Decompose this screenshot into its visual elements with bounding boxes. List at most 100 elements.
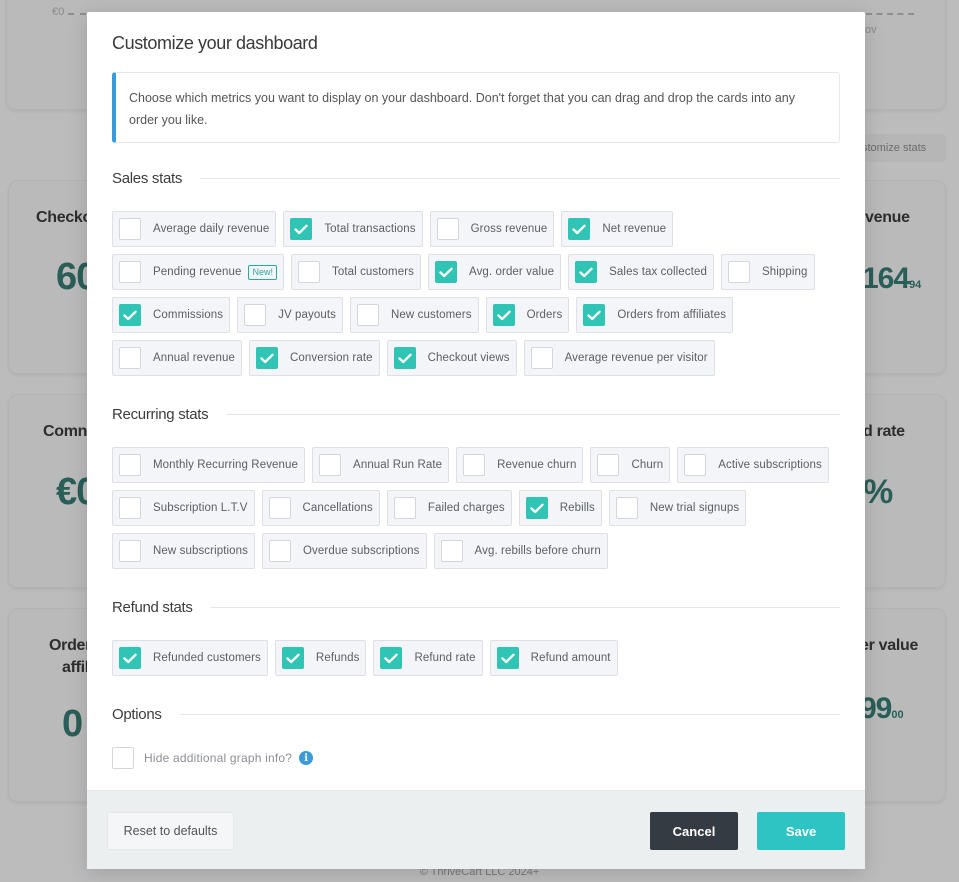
- metric-option-churn[interactable]: Churn: [590, 447, 671, 483]
- metric-option-refund-amount[interactable]: Refund amount: [489, 640, 618, 676]
- metric-checkbox[interactable]: [297, 261, 320, 283]
- metric-checkbox[interactable]: [597, 454, 620, 476]
- metric-checkbox[interactable]: [255, 347, 278, 369]
- metric-checkbox[interactable]: [583, 304, 606, 326]
- metric-option-gross-revenue[interactable]: Gross revenue: [429, 211, 555, 247]
- metric-label: Rebills: [559, 502, 595, 514]
- metric-checkbox[interactable]: [268, 497, 291, 519]
- chart-axis-zero-label: €0: [52, 6, 65, 18]
- metric-option-annual-revenue[interactable]: Annual revenue: [112, 340, 242, 376]
- checkmark-icon: [439, 267, 453, 277]
- reset-to-defaults-button[interactable]: Reset to defaults: [107, 812, 234, 850]
- metric-label: Commissions: [153, 309, 224, 321]
- hide-graph-info-option[interactable]: Hide additional graph info? i: [112, 747, 314, 769]
- metric-option-conversion-rate[interactable]: Conversion rate: [248, 340, 380, 376]
- metric-option-avg-rebills-before-churn[interactable]: Avg. rebills before churn: [433, 533, 608, 569]
- checkmark-icon: [123, 310, 137, 320]
- metric-checkbox[interactable]: [525, 497, 548, 519]
- metric-option-refunds[interactable]: Refunds: [274, 640, 367, 676]
- metric-option-revenue-churn[interactable]: Revenue churn: [456, 447, 584, 483]
- metric-option-jv-payouts[interactable]: JV payouts: [237, 297, 344, 333]
- metric-checkbox[interactable]: [568, 218, 591, 240]
- section-divider: [226, 414, 840, 415]
- save-button[interactable]: Save: [757, 812, 845, 850]
- metric-option-total-transactions[interactable]: Total transactions: [283, 211, 423, 247]
- metric-option-checkout-views[interactable]: Checkout views: [386, 340, 517, 376]
- metric-option-annual-run-rate[interactable]: Annual Run Rate: [312, 447, 450, 483]
- metric-option-refunded-customers[interactable]: Refunded customers: [112, 640, 268, 676]
- metric-option-pending-revenue[interactable]: Pending revenue New!: [112, 254, 284, 290]
- metric-option-average-daily-revenue[interactable]: Average daily revenue: [112, 211, 277, 247]
- metric-checkbox[interactable]: [119, 304, 141, 326]
- metric-checkbox[interactable]: [684, 454, 707, 476]
- metric-label: Annual Run Rate: [353, 459, 443, 471]
- metric-checkbox[interactable]: [269, 540, 292, 562]
- metric-checkbox[interactable]: [436, 218, 459, 240]
- metric-option-avg-order-value[interactable]: Avg. order value: [428, 254, 562, 290]
- checkmark-icon: [286, 653, 300, 663]
- metric-option-refund-rate[interactable]: Refund rate: [373, 640, 483, 676]
- metric-option-sales-tax-collected[interactable]: Sales tax collected: [568, 254, 714, 290]
- metric-checkbox[interactable]: [290, 218, 313, 240]
- metric-checkbox[interactable]: [281, 647, 304, 669]
- metric-checkbox[interactable]: [492, 304, 515, 326]
- metric-label: Average daily revenue: [153, 223, 270, 235]
- metric-checkbox[interactable]: [357, 304, 380, 326]
- sales-stats-options: Average daily revenue Total transactions G…: [112, 211, 847, 376]
- metric-option-rebills[interactable]: Rebills: [518, 490, 602, 526]
- checkmark-icon: [500, 653, 515, 663]
- metric-option-net-revenue[interactable]: Net revenue: [561, 211, 674, 247]
- metric-option-cancellations[interactable]: Cancellations: [261, 490, 380, 526]
- metric-checkbox[interactable]: [119, 647, 141, 669]
- metric-option-new-customers[interactable]: New customers: [350, 297, 479, 333]
- metric-checkbox[interactable]: [380, 647, 403, 669]
- metric-checkbox[interactable]: [119, 347, 141, 369]
- checkmark-icon: [397, 353, 412, 363]
- metric-checkbox[interactable]: [496, 647, 519, 669]
- hide-graph-info-checkbox[interactable]: [112, 747, 134, 769]
- metric-label: Refund rate: [414, 652, 476, 664]
- metric-option-orders[interactable]: Orders: [485, 297, 570, 333]
- metric-checkbox[interactable]: [119, 261, 141, 283]
- cancel-button[interactable]: Cancel: [650, 812, 738, 850]
- metric-option-overdue-subscriptions[interactable]: Overdue subscriptions: [262, 533, 427, 569]
- metric-checkbox[interactable]: [727, 261, 750, 283]
- metric-checkbox[interactable]: [463, 454, 486, 476]
- metric-option-monthly-recurring-revenue[interactable]: Monthly Recurring Revenue: [112, 447, 306, 483]
- metric-option-active-subscriptions[interactable]: Active subscriptions: [677, 447, 829, 483]
- metric-checkbox[interactable]: [119, 540, 141, 562]
- metric-checkbox[interactable]: [319, 454, 342, 476]
- metric-checkbox[interactable]: [393, 497, 416, 519]
- metric-option-shipping[interactable]: Shipping: [720, 254, 815, 290]
- metric-option-orders-from-affiliates[interactable]: Orders from affiliates: [576, 297, 734, 333]
- metric-label: Orders from affiliates: [617, 309, 727, 321]
- metric-label: Failed charges: [427, 502, 505, 514]
- metric-checkbox[interactable]: [615, 497, 638, 519]
- metric-label: Avg. rebills before churn: [474, 545, 601, 557]
- metric-checkbox[interactable]: [119, 218, 141, 240]
- metric-checkbox[interactable]: [119, 497, 141, 519]
- metric-option-subscription-l-t-v[interactable]: Subscription L.T.V: [112, 490, 255, 526]
- metric-checkbox[interactable]: [435, 261, 458, 283]
- metric-option-new-trial-signups[interactable]: New trial signups: [608, 490, 747, 526]
- metric-label: Orders: [526, 309, 563, 321]
- metric-checkbox[interactable]: [575, 261, 598, 283]
- metric-checkbox[interactable]: [244, 304, 267, 326]
- section-divider: [179, 714, 840, 715]
- metric-label: JV payouts: [278, 309, 337, 321]
- section-label: Sales stats: [112, 170, 183, 187]
- chart-baseline-right: [866, 13, 914, 15]
- metric-checkbox[interactable]: [440, 540, 463, 562]
- metric-option-failed-charges[interactable]: Failed charges: [386, 490, 512, 526]
- metric-option-total-customers[interactable]: Total customers: [290, 254, 422, 290]
- metric-checkbox[interactable]: [530, 347, 553, 369]
- customize-stats-button[interactable]: stomize stats: [858, 134, 946, 162]
- info-icon[interactable]: i: [299, 751, 314, 765]
- section-divider: [210, 607, 840, 608]
- metric-checkbox[interactable]: [119, 454, 141, 476]
- metric-option-average-revenue-per-visitor[interactable]: Average revenue per visitor: [523, 340, 715, 376]
- metric-option-commissions[interactable]: Commissions: [112, 297, 231, 333]
- stat-card-value: 16494: [862, 262, 921, 296]
- metric-checkbox[interactable]: [393, 347, 416, 369]
- metric-option-new-subscriptions[interactable]: New subscriptions: [112, 533, 256, 569]
